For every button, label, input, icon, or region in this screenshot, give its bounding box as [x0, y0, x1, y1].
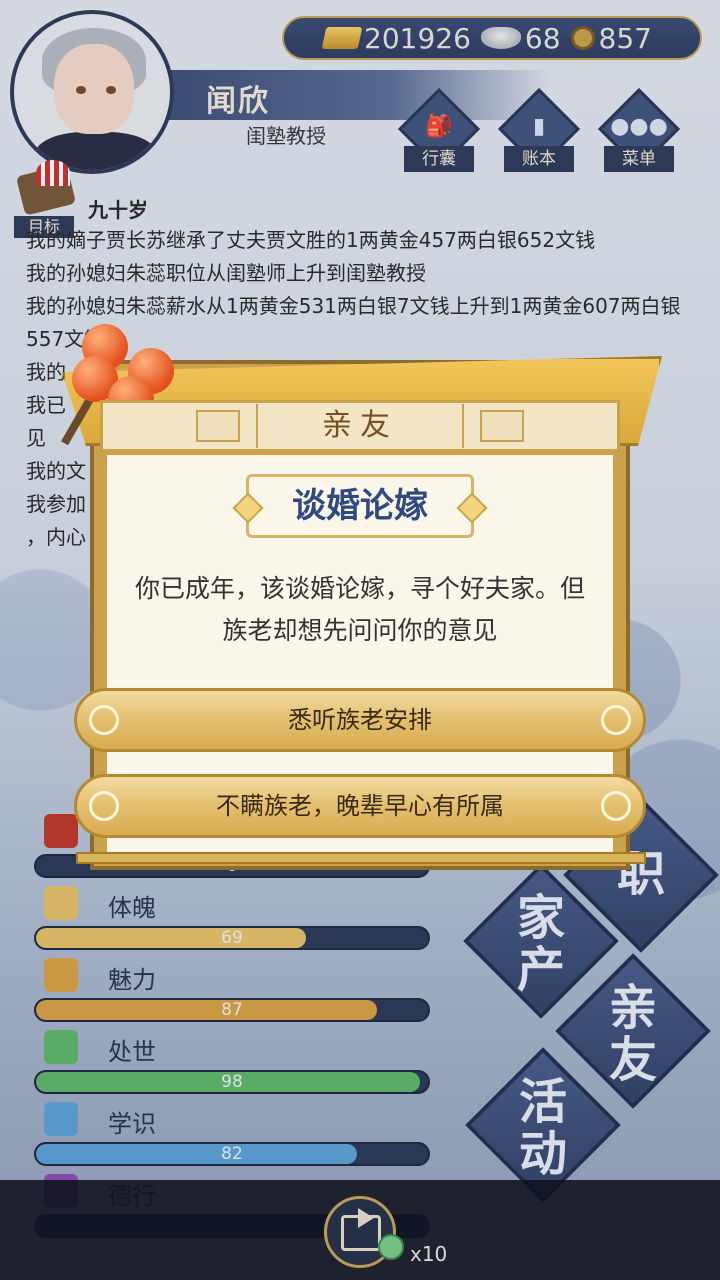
- dialog-title: 亲友: [256, 404, 464, 448]
- header-ornament-left: [196, 410, 240, 442]
- dialog-bottom-rail: [76, 852, 646, 864]
- choice-label: 不瞒族老，晚辈早心有所属: [216, 792, 504, 820]
- choice-accept-arrangement[interactable]: 悉听族老安排: [74, 688, 646, 752]
- knot-ornament-icon: [601, 791, 631, 821]
- choice-label: 悉听族老安排: [288, 706, 432, 734]
- knot-ornament-icon: [89, 791, 119, 821]
- game-scene: 闻欣 闺塾教授 201926 68 857 🎒 行囊 ▮ 账本 ●●● 菜单 目…: [0, 0, 720, 1280]
- knot-ornament-icon: [89, 705, 119, 735]
- topic-title: 谈婚论嫁: [246, 474, 474, 538]
- choice-have-someone[interactable]: 不瞒族老，晚辈早心有所属: [74, 774, 646, 838]
- knot-ornament-icon: [601, 705, 631, 735]
- dialog-message: 你已成年，该谈婚论嫁，寻个好夫家。但族老却想先问问你的意见: [134, 574, 585, 645]
- header-ornament-right: [480, 410, 524, 442]
